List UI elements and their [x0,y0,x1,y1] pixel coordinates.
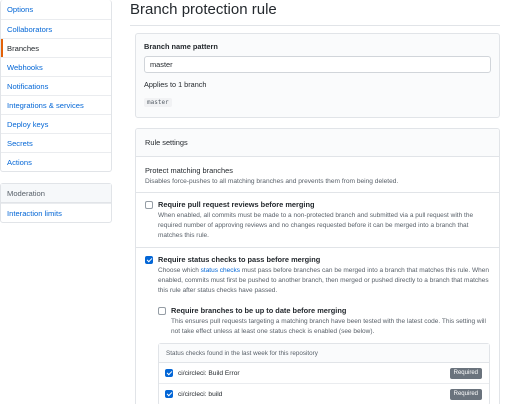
sidebar-item-secrets[interactable]: Secrets [1,133,111,152]
sidebar-item-actions[interactable]: Actions [1,152,111,171]
required-badge: Required [449,368,482,380]
require-reviews-title[interactable]: Require pull request reviews before merg… [158,200,490,209]
status-check-name: ci/circleci: Build Error [178,370,240,378]
up-to-date-checkbox[interactable] [158,306,166,315]
rule-up-to-date: Require branches to be up to date before… [158,302,490,337]
require-reviews-description: When enabled, all commits must be made t… [158,212,474,239]
moderation-menu: Moderation Interaction limits [0,183,112,223]
sidebar-item-branches[interactable]: Branches [1,38,111,57]
require-reviews-checkbox[interactable] [145,201,153,209]
page-title: Branch protection rule [130,0,500,26]
applies-to-text: Applies to 1 branch [144,80,207,89]
branch-pattern-box: Branch name pattern master Applies to 1 … [135,33,500,118]
require-status-checks-checkbox[interactable] [145,256,153,265]
sidebar-item-integrations[interactable]: Integrations & services [1,95,111,114]
status-check-checkbox[interactable] [165,369,173,378]
protect-description: Disables force-pushes to all matching br… [145,178,399,185]
sidebar-item-collaborators[interactable]: Collaborators [1,19,111,38]
branch-pattern-label: Branch name pattern [144,42,218,51]
status-check-row: ci/circleci: Build Error Required [159,363,489,385]
status-checks-header: Status checks found in the last week for… [159,344,489,364]
status-check-row: ci/circleci: build Required [159,384,489,404]
rule-settings-header: Rule settings [136,129,499,157]
rule-require-status-checks: Require status checks to pass before mer… [136,248,499,404]
protect-title: Protect matching branches [145,166,233,175]
main-content: Branch protection rule Branch name patte… [129,0,500,404]
status-checks-desc-pre: Choose which [158,267,201,275]
settings-menu: Options Collaborators Branches Webhooks … [0,0,112,172]
rule-settings-box: Rule settings Protect matching branches … [135,128,500,404]
required-badge: Required [449,389,482,401]
sidebar-item-options[interactable]: Options [1,0,111,19]
settings-sidebar: Options Collaborators Branches Webhooks … [0,0,112,223]
branch-tag: master [144,98,172,107]
status-check-checkbox[interactable] [165,390,173,399]
rule-require-reviews: Require pull request reviews before merg… [136,193,499,240]
up-to-date-title[interactable]: Require branches to be up to date before… [171,306,490,315]
sidebar-item-interaction-limits[interactable]: Interaction limits [1,203,111,222]
sidebar-item-deploy-keys[interactable]: Deploy keys [1,114,111,133]
protect-section: Protect matching branches Disables force… [136,157,499,185]
moderation-heading: Moderation [1,184,111,203]
sidebar-item-notifications[interactable]: Notifications [1,76,111,95]
up-to-date-description: This ensures pull requests targeting a m… [171,317,486,335]
status-check-name: ci/circleci: build [178,391,223,399]
branch-pattern-input[interactable]: master [144,56,491,73]
require-status-checks-title[interactable]: Require status checks to pass before mer… [158,255,490,264]
status-checks-list: Status checks found in the last week for… [158,343,490,404]
sidebar-item-webhooks[interactable]: Webhooks [1,57,111,76]
status-checks-link[interactable]: status checks [201,267,240,274]
require-status-checks-description: Choose which status checks must pass bef… [158,266,490,295]
